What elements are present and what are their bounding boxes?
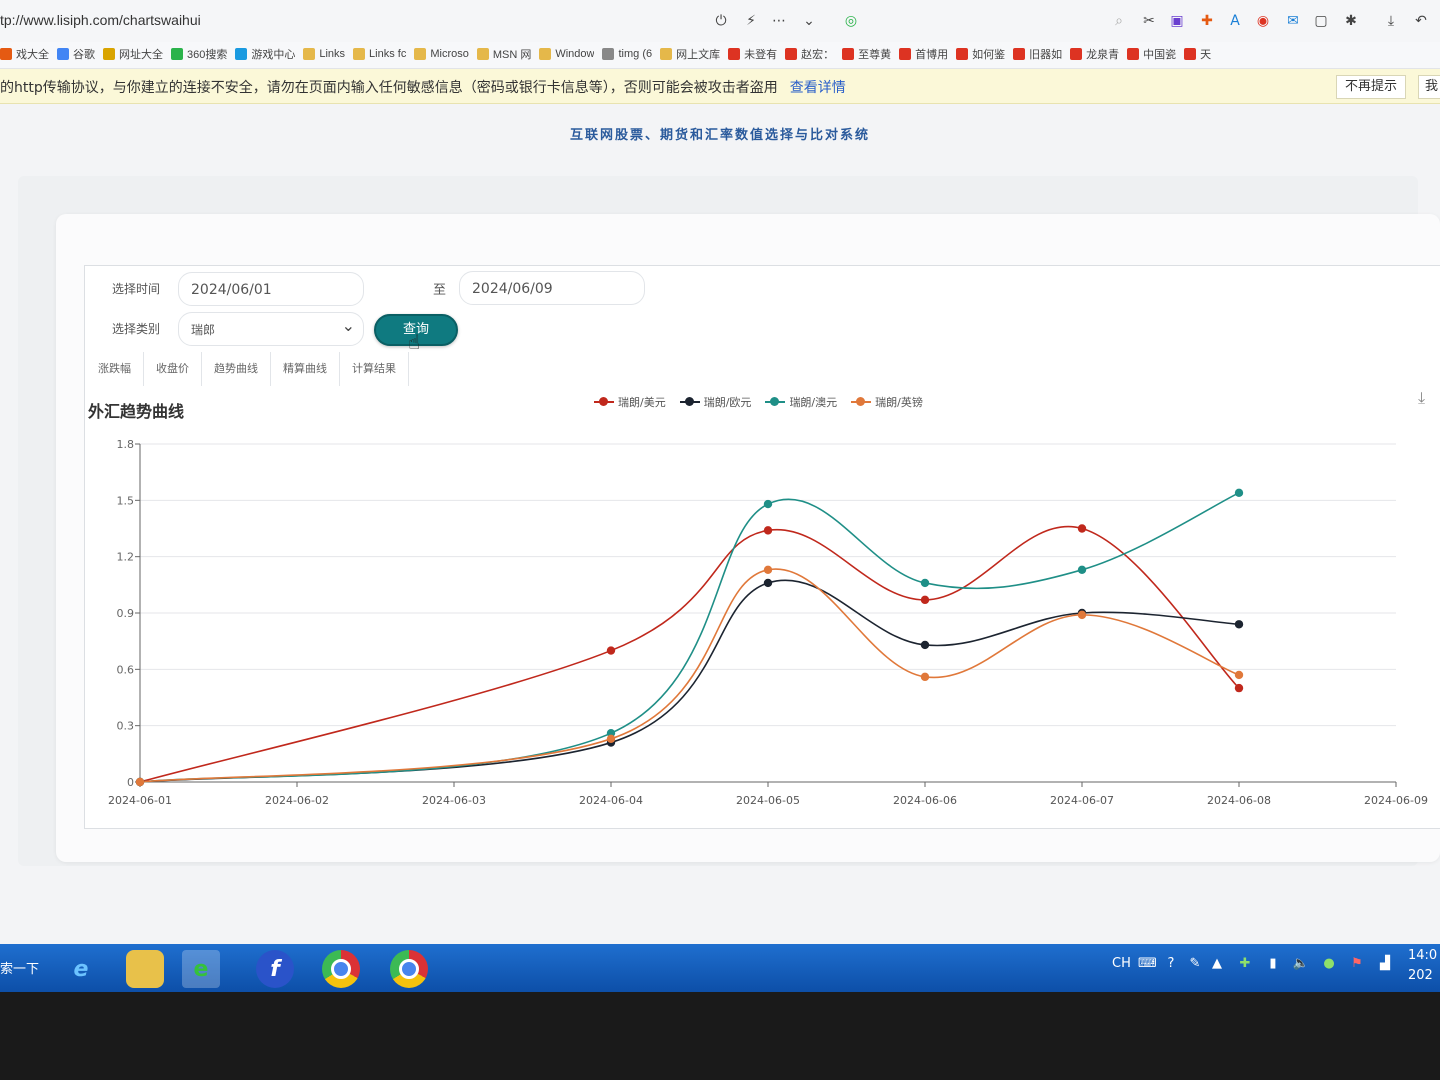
folder-icon[interactable] — [126, 950, 164, 988]
screen: tp://www.lisiph.com/chartswaihui ⏻ ⚡ ⋯ ⌄… — [0, 0, 1440, 992]
y-tick-label: 1.2 — [117, 551, 135, 564]
signal-icon[interactable]: ▟ — [1376, 956, 1394, 974]
data-point — [920, 595, 930, 605]
input-language-indicator[interactable]: CH — [1112, 956, 1131, 971]
data-point — [1077, 524, 1087, 533]
volume-icon[interactable]: 🔈 — [1292, 956, 1310, 974]
data-point — [1234, 620, 1244, 629]
y-tick-label: 0.6 — [117, 663, 135, 676]
flash-icon[interactable]: f — [256, 950, 294, 988]
keyboard-icon[interactable]: ⌨ — [1138, 956, 1157, 974]
pen-icon[interactable]: ✎ — [1186, 956, 1204, 974]
taskbar: 索一下 e e f CH ⌨ ? ✎ ▲ ✚ ▮ 🔈 ● ⚑ ▟ 14:0 20… — [0, 944, 1440, 992]
y-tick-label: 1.5 — [117, 494, 135, 507]
y-tick-label: 0 — [127, 776, 134, 789]
help-icon[interactable]: ? — [1162, 956, 1180, 974]
ie-browser-icon[interactable]: e — [182, 950, 220, 988]
data-point — [920, 672, 930, 682]
chrome-icon[interactable] — [322, 950, 360, 988]
tray-expand-icon[interactable]: ▲ — [1208, 956, 1226, 974]
data-point — [763, 526, 773, 535]
data-point — [135, 777, 145, 787]
data-point — [1234, 683, 1244, 693]
status-icon[interactable]: ● — [1320, 956, 1338, 974]
data-point — [920, 578, 930, 588]
start-search-label[interactable]: 索一下 — [0, 958, 39, 977]
data-point — [1077, 565, 1087, 575]
y-tick-label: 0.3 — [117, 720, 135, 733]
x-tick-label: 2024-06-07 — [1050, 794, 1114, 807]
x-tick-label: 2024-06-04 — [579, 794, 643, 807]
flag-icon[interactable]: ⚑ — [1348, 956, 1366, 974]
ie-icon[interactable]: e — [62, 950, 100, 988]
data-point — [920, 640, 930, 650]
x-tick-label: 2024-06-05 — [736, 794, 800, 807]
chrome-center — [331, 959, 351, 979]
data-point — [606, 646, 616, 655]
clock[interactable]: 14:0 202 — [1408, 946, 1437, 986]
x-tick-label: 2024-06-02 — [265, 794, 329, 807]
chrome-center — [399, 959, 419, 979]
x-tick-label: 2024-06-08 — [1207, 794, 1271, 807]
data-point — [1234, 488, 1244, 498]
data-point — [1077, 610, 1087, 620]
x-tick-label: 2024-06-01 — [108, 794, 172, 807]
device-icon[interactable]: ▮ — [1264, 956, 1282, 974]
trend-chart: 0 0.3 0.6 0.9 1.2 1.5 1.8 2024-06-01 2024-06-02 2… — [108, 438, 1428, 807]
x-tick-label: 2024-06-09 — [1364, 794, 1428, 807]
x-tick-label: 2024-06-06 — [893, 794, 957, 807]
data-point — [606, 734, 616, 744]
y-tick-label: 1.8 — [117, 438, 135, 451]
chrome-icon[interactable] — [390, 950, 428, 988]
security-app-icon[interactable]: ✚ — [1236, 956, 1254, 974]
y-tick-label: 0.9 — [117, 607, 135, 620]
series-line — [139, 492, 1240, 783]
x-tick-label: 2024-06-03 — [422, 794, 486, 807]
clock-time: 14:0 — [1408, 948, 1438, 963]
data-point — [763, 578, 773, 588]
data-point — [763, 565, 773, 575]
series-line — [139, 525, 1240, 783]
data-point — [1234, 670, 1244, 680]
data-point — [763, 499, 773, 509]
clock-date: 202 — [1408, 968, 1433, 983]
